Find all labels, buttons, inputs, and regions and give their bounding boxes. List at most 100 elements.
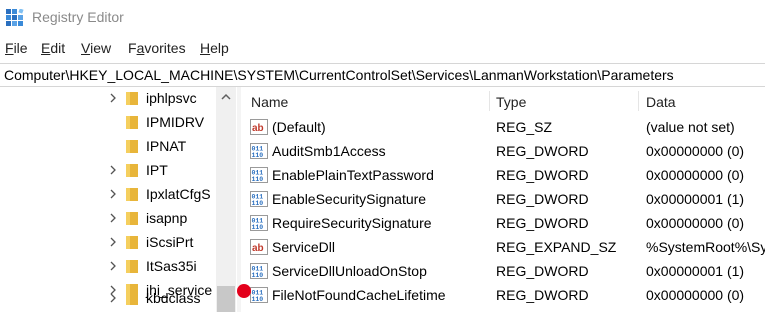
tree-item[interactable]: IPMIDRV <box>0 111 237 135</box>
value-type: REG_DWORD <box>496 167 589 183</box>
value-data: 0x00000000 (0) <box>646 143 745 159</box>
value-name: ServiceDllUnloadOnStop <box>272 263 427 279</box>
string-value-icon: ab <box>250 239 268 255</box>
value-name: EnablePlainTextPassword <box>272 167 434 183</box>
value-type: REG_DWORD <box>496 215 589 231</box>
column-header-name[interactable]: Name <box>251 94 288 110</box>
table-row[interactable]: ab (Default) REG_SZ (value not set) <box>241 115 765 139</box>
address-path[interactable]: Computer\HKEY_LOCAL_MACHINE\SYSTEM\Curre… <box>4 67 674 83</box>
table-row[interactable]: 011 110 AuditSmb1Access REG_DWORD 0x00000… <box>241 139 765 163</box>
string-value-icon: ab <box>250 119 268 135</box>
key-tree[interactable]: iphlpsvc IPMIDRV IPNAT IPT IpxlatCfgS is… <box>0 87 237 312</box>
value-type: REG_DWORD <box>496 191 589 207</box>
svg-text:110: 110 <box>252 296 264 303</box>
binary-value-icon: 011110 <box>250 287 268 303</box>
binary-value-icon: 011110 <box>250 167 268 183</box>
title-bar: Registry Editor <box>0 0 765 36</box>
value-name: RequireSecuritySignature <box>272 215 432 231</box>
binary-value-icon: 011110 <box>250 215 268 231</box>
folder-icon <box>126 212 138 225</box>
svg-text:110: 110 <box>252 224 264 231</box>
folder-icon <box>126 140 138 153</box>
value-data: 0x00000000 (0) <box>646 287 745 303</box>
tree-item-label: iphlpsvc <box>146 90 197 106</box>
binary-value-icon: 011110 <box>250 263 268 279</box>
svg-text:110: 110 <box>252 272 264 279</box>
menu-bar: File Edit View Favorites Help <box>0 38 765 60</box>
folder-icon <box>126 292 138 305</box>
svg-text:ab: ab <box>252 123 264 134</box>
value-type: REG_DWORD <box>496 143 589 159</box>
chevron-right-icon[interactable] <box>108 91 118 105</box>
tree-item[interactable]: iphlpsvc <box>0 87 237 111</box>
table-row[interactable]: 011 110 EnablePlainTextPassword REG_DWORD… <box>241 163 765 187</box>
tree-scrollbar[interactable] <box>216 87 236 312</box>
column-header-type[interactable]: Type <box>496 94 526 110</box>
value-type: REG_EXPAND_SZ <box>496 239 617 255</box>
table-row[interactable]: 011 110 RequireSecuritySignature REG_DWOR… <box>241 211 765 235</box>
value-type: REG_DWORD <box>496 263 589 279</box>
menu-favorites[interactable]: Favorites <box>128 40 186 56</box>
menu-edit[interactable]: Edit <box>41 40 65 56</box>
scroll-thumb[interactable] <box>217 286 235 312</box>
chevron-right-icon[interactable] <box>108 163 118 177</box>
table-row[interactable]: 011 110 EnableSecuritySignature REG_DWORD… <box>241 187 765 211</box>
folder-icon <box>126 116 138 129</box>
tree-item-label: IPMIDRV <box>146 114 205 130</box>
tree-item[interactable]: iScsiPrt <box>0 231 237 255</box>
tree-item-label: isapnp <box>146 210 188 226</box>
svg-text:110: 110 <box>252 152 264 159</box>
cursor-marker <box>237 284 251 298</box>
tree-item-label: iScsiPrt <box>146 234 194 250</box>
value-data: 0x00000000 (0) <box>646 167 745 183</box>
table-row[interactable]: 011 110 ServiceDllUnloadOnStop REG_DWORD … <box>241 259 765 283</box>
value-data: 0x00000001 (1) <box>646 191 745 207</box>
chevron-right-icon[interactable] <box>108 187 118 201</box>
chevron-right-icon[interactable] <box>108 259 118 273</box>
address-bar[interactable]: Computer\HKEY_LOCAL_MACHINE\SYSTEM\Curre… <box>0 63 765 87</box>
tree-item[interactable]: IpxlatCfgS <box>0 183 237 207</box>
column-divider[interactable] <box>489 91 490 111</box>
registry-editor-icon <box>6 9 24 26</box>
value-data: 0x00000001 (1) <box>646 263 745 279</box>
tree-item[interactable]: ItSas35i <box>0 255 237 279</box>
svg-text:110: 110 <box>252 176 264 183</box>
value-name: ServiceDll <box>272 239 336 255</box>
folder-icon <box>126 260 138 273</box>
window-title: Registry Editor <box>32 9 124 25</box>
values-list[interactable]: Name Type Data ab (Default) REG_SZ (valu… <box>241 87 765 312</box>
value-name: FileNotFoundCacheLifetime <box>272 287 446 303</box>
column-divider[interactable] <box>638 91 639 111</box>
value-name: (Default) <box>272 119 326 135</box>
scroll-up-arrow-icon[interactable] <box>216 87 236 107</box>
tree-item[interactable]: isapnp <box>0 207 237 231</box>
value-type: REG_DWORD <box>496 287 589 303</box>
list-header: Name Type Data <box>241 87 765 113</box>
tree-item-label: kbdclass <box>146 290 201 306</box>
table-row[interactable]: ab ServiceDll REG_EXPAND_SZ %SystemRoot%… <box>241 235 765 259</box>
tree-item[interactable]: kbdclass <box>0 287 237 311</box>
value-data: %SystemRoot%\Sy <box>646 239 765 255</box>
chevron-right-icon[interactable] <box>108 291 118 305</box>
chevron-right-icon[interactable] <box>108 235 118 249</box>
tree-item-label: IpxlatCfgS <box>146 186 211 202</box>
folder-icon <box>126 236 138 249</box>
value-data: 0x00000000 (0) <box>646 215 745 231</box>
menu-help[interactable]: Help <box>200 40 229 56</box>
tree-item-label: IPNAT <box>146 138 187 154</box>
tree-item[interactable]: IPT <box>0 159 237 183</box>
chevron-right-icon[interactable] <box>108 211 118 225</box>
folder-icon <box>126 92 138 105</box>
tree-item[interactable]: IPNAT <box>0 135 237 159</box>
menu-view[interactable]: View <box>81 40 111 56</box>
folder-icon <box>126 164 138 177</box>
table-row[interactable]: 011 110 FileNotFoundCacheLifetime REG_DWO… <box>241 283 765 307</box>
folder-icon <box>126 188 138 201</box>
binary-value-icon: 011110 <box>250 143 268 159</box>
tree-item-label: IPT <box>146 162 168 178</box>
value-name: AuditSmb1Access <box>272 143 386 159</box>
menu-file[interactable]: File <box>5 40 28 56</box>
value-data: (value not set) <box>646 119 735 135</box>
column-header-data[interactable]: Data <box>646 94 676 110</box>
binary-value-icon: 011110 <box>250 191 268 207</box>
